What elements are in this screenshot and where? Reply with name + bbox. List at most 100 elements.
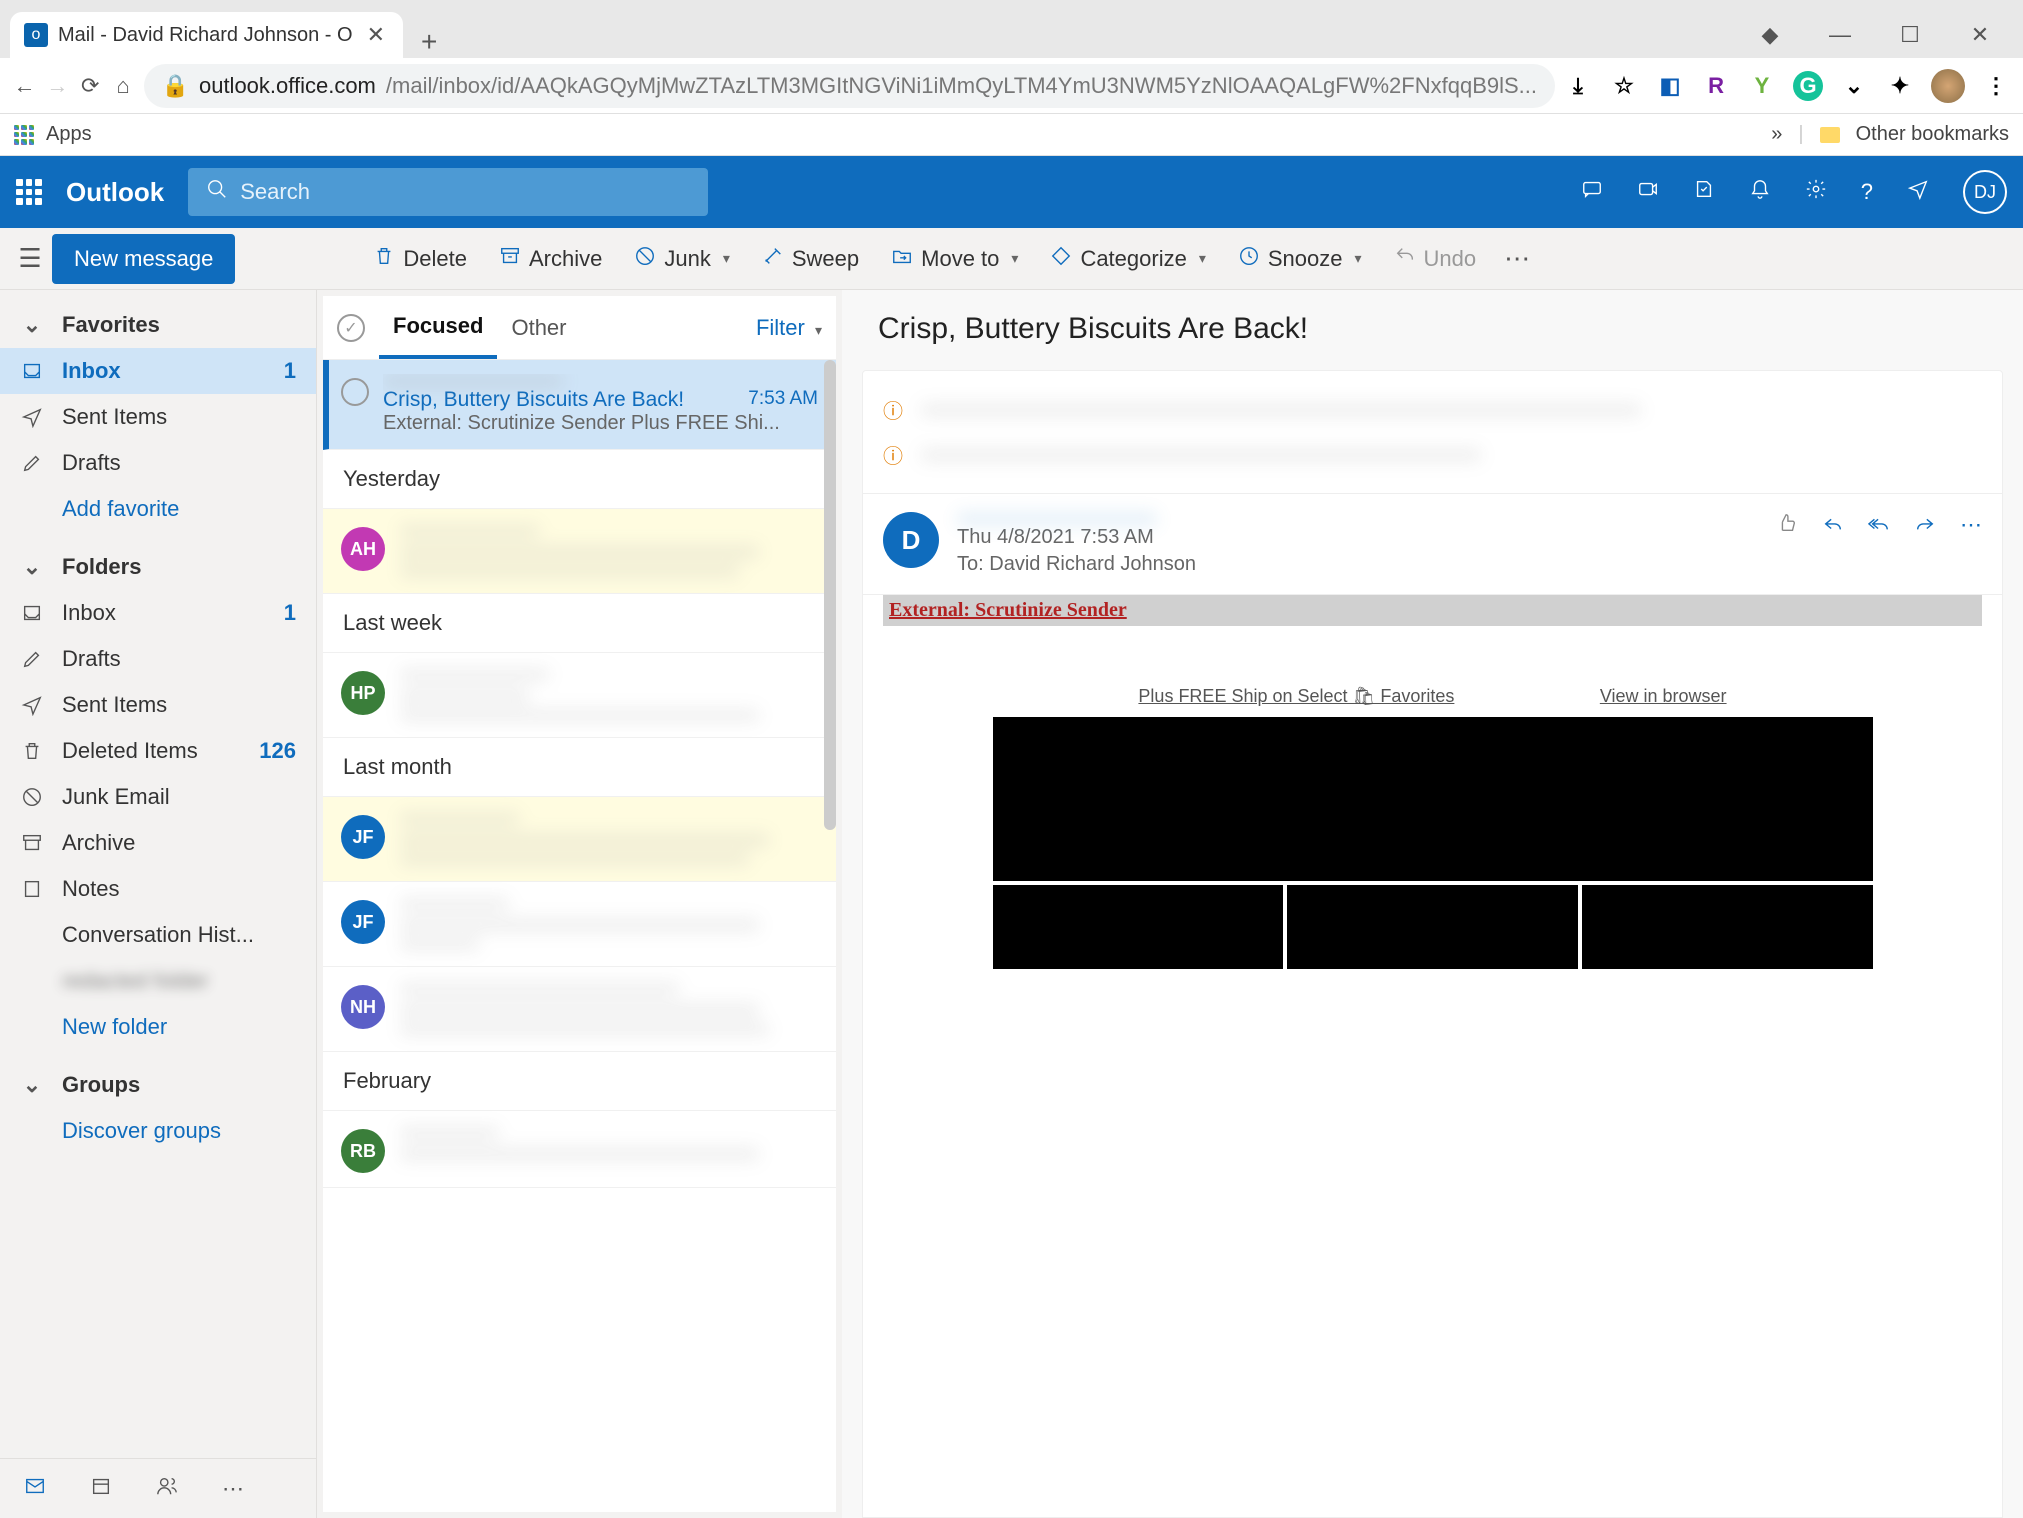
chevron-down-icon: ⌄ — [20, 312, 44, 338]
message-item[interactable]: JF — [323, 882, 836, 967]
forward-icon[interactable] — [1914, 512, 1936, 540]
email-nav-cell[interactable] — [1287, 885, 1578, 969]
new-tab-button[interactable]: + — [403, 26, 455, 58]
message-item[interactable]: JF — [323, 797, 836, 882]
sidebar-item-drafts-2[interactable]: Drafts — [0, 636, 316, 682]
mail-nav-icon[interactable] — [24, 1475, 46, 1503]
scrollbar[interactable] — [824, 360, 836, 830]
discover-groups-link[interactable]: Discover groups — [0, 1108, 316, 1154]
folders-header[interactable]: ⌄Folders — [0, 532, 316, 590]
maximize-icon[interactable]: ☐ — [1897, 22, 1923, 48]
move-to-button[interactable]: Move to▾ — [877, 239, 1032, 279]
add-favorite-link[interactable]: Add favorite — [0, 486, 316, 532]
profile-avatar[interactable] — [1931, 69, 1965, 103]
extension-icon-1[interactable]: ◧ — [1655, 71, 1685, 101]
undo-button[interactable]: Undo — [1380, 239, 1491, 279]
extension-icon-y[interactable]: Y — [1747, 71, 1777, 101]
sidebar-item-sent-2[interactable]: Sent Items — [0, 682, 316, 728]
message-checkbox[interactable] — [341, 378, 369, 406]
sidebar-item-redacted[interactable]: redacted folder — [0, 958, 316, 1004]
sidebar-item-notes[interactable]: Notes — [0, 866, 316, 912]
brand-label[interactable]: Outlook — [66, 177, 164, 208]
tab-other[interactable]: Other — [497, 296, 580, 359]
help-icon[interactable]: ? — [1861, 179, 1873, 205]
tab-focused[interactable]: Focused — [379, 296, 497, 359]
more-actions-icon[interactable]: ⋯ — [1494, 243, 1540, 274]
junk-icon — [20, 786, 44, 808]
preheader-link[interactable]: Plus FREE Ship on Select 🛍 Favorites — [1138, 686, 1454, 707]
email-nav-cell[interactable] — [993, 885, 1284, 969]
pocket-icon[interactable]: ⌄ — [1839, 71, 1869, 101]
download-icon[interactable]: ⤓ — [1563, 71, 1593, 101]
sender-avatar: RB — [341, 1129, 385, 1173]
sidebar-item-inbox[interactable]: Inbox1 — [0, 348, 316, 394]
chevron-down-icon: ▾ — [1354, 250, 1361, 267]
delete-button[interactable]: Delete — [359, 239, 481, 279]
feedback-icon[interactable] — [1907, 178, 1929, 206]
reload-button[interactable]: ⟳ — [78, 66, 103, 106]
user-menu[interactable]: DJ — [1963, 170, 2007, 214]
my-day-icon[interactable] — [1693, 178, 1715, 206]
message-item-selected[interactable]: Crisp, Buttery Biscuits Are Back!7:53 AM… — [323, 360, 836, 450]
search-box[interactable] — [188, 168, 708, 216]
reply-all-icon[interactable] — [1868, 512, 1890, 540]
chevron-down-icon: ▾ — [723, 250, 730, 267]
sidebar-item-junk[interactable]: Junk Email — [0, 774, 316, 820]
message-item[interactable]: HP — [323, 653, 836, 738]
minimize-icon[interactable]: — — [1827, 22, 1853, 48]
browser-tab[interactable]: o Mail - David Richard Johnson - O ✕ — [10, 12, 403, 58]
close-tab-icon[interactable]: ✕ — [363, 18, 389, 52]
calendar-nav-icon[interactable] — [90, 1475, 112, 1503]
extensions-puzzle-icon[interactable]: ✦ — [1885, 71, 1915, 101]
hamburger-icon[interactable]: ☰ — [12, 243, 48, 274]
tag-icon — [1050, 245, 1072, 273]
sidebar-item-inbox-2[interactable]: Inbox1 — [0, 590, 316, 636]
home-button[interactable]: ⌂ — [111, 66, 136, 106]
thumbs-up-icon[interactable] — [1776, 512, 1798, 540]
more-nav-icon[interactable]: ⋯ — [222, 1476, 244, 1502]
incognito-icon[interactable]: ◆ — [1757, 22, 1783, 48]
search-input[interactable] — [240, 179, 690, 205]
message-item[interactable]: RB — [323, 1111, 836, 1188]
select-all-checkbox[interactable]: ✓ — [337, 314, 365, 342]
alert-text — [921, 448, 1982, 462]
extension-icon-r[interactable]: R — [1701, 71, 1731, 101]
sidebar-item-deleted[interactable]: Deleted Items126 — [0, 728, 316, 774]
people-nav-icon[interactable] — [156, 1475, 178, 1503]
snooze-button[interactable]: Snooze▾ — [1224, 239, 1376, 279]
close-window-icon[interactable]: ✕ — [1967, 22, 1993, 48]
app-launcher-icon[interactable] — [16, 179, 42, 205]
apps-label[interactable]: Apps — [46, 123, 92, 146]
message-item[interactable]: NH — [323, 967, 836, 1052]
more-actions-icon[interactable]: ⋯ — [1960, 512, 1982, 538]
message-item[interactable]: AH — [323, 509, 836, 594]
groups-header[interactable]: ⌄Groups — [0, 1050, 316, 1108]
email-nav-cell[interactable] — [1582, 885, 1873, 969]
other-bookmarks[interactable]: Other bookmarks — [1856, 123, 2009, 146]
sidebar-item-sent[interactable]: Sent Items — [0, 394, 316, 440]
sidebar-item-conversation[interactable]: Conversation Hist... — [0, 912, 316, 958]
bookmarks-overflow-icon[interactable]: » — [1771, 123, 1782, 146]
new-folder-link[interactable]: New folder — [0, 1004, 316, 1050]
address-bar[interactable]: 🔒 outlook.office.com/mail/inbox/id/AAQkA… — [144, 64, 1555, 108]
settings-icon[interactable] — [1805, 178, 1827, 206]
chat-icon[interactable] — [1581, 178, 1603, 206]
new-message-button[interactable]: New message — [52, 234, 235, 284]
sidebar-item-archive[interactable]: Archive — [0, 820, 316, 866]
categorize-button[interactable]: Categorize▾ — [1036, 239, 1219, 279]
apps-grid-icon[interactable] — [14, 125, 34, 145]
sweep-button[interactable]: Sweep — [748, 239, 873, 279]
view-in-browser-link[interactable]: View in browser — [1600, 686, 1727, 707]
filter-button[interactable]: Filter ▾ — [756, 315, 822, 341]
sidebar-item-drafts[interactable]: Drafts — [0, 440, 316, 486]
junk-button[interactable]: Junk▾ — [620, 239, 744, 279]
star-icon[interactable]: ☆ — [1609, 71, 1639, 101]
meet-now-icon[interactable] — [1637, 178, 1659, 206]
kebab-menu-icon[interactable]: ⋮ — [1981, 71, 2011, 101]
reply-icon[interactable] — [1822, 512, 1844, 540]
notifications-icon[interactable] — [1749, 178, 1771, 206]
archive-button[interactable]: Archive — [485, 239, 616, 279]
grammarly-icon[interactable]: G — [1793, 71, 1823, 101]
favorites-header[interactable]: ⌄Favorites — [0, 290, 316, 348]
back-button[interactable]: ← — [12, 66, 37, 106]
